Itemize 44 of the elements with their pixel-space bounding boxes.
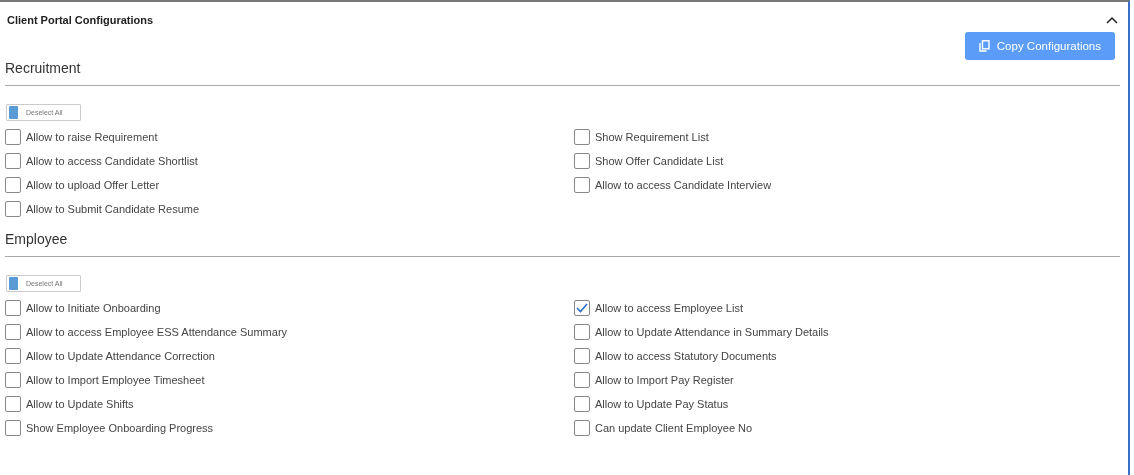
option-label: Allow to upload Offer Letter xyxy=(26,179,160,191)
option-label: Allow to access Statutory Documents xyxy=(595,350,777,362)
checkbox[interactable] xyxy=(5,420,21,436)
option-label: Allow to Import Employee Timesheet xyxy=(26,374,205,386)
option-label: Allow to Initiate Onboarding xyxy=(26,302,161,314)
option-label: Allow to Import Pay Register xyxy=(595,374,734,386)
option-label: Allow to Update Shifts xyxy=(26,398,134,410)
option-label: Show Requirement List xyxy=(595,131,709,143)
checkbox[interactable] xyxy=(5,396,21,412)
checkbox[interactable] xyxy=(5,153,21,169)
checkbox[interactable] xyxy=(574,153,590,169)
option-label: Allow to Update Attendance in Summary Details xyxy=(595,326,829,338)
checkbox[interactable] xyxy=(574,300,590,316)
checkbox[interactable] xyxy=(574,372,590,388)
option-label: Show Employee Onboarding Progress xyxy=(26,422,214,434)
option-label: Allow to access Employee ESS Attendance Summary xyxy=(26,326,288,338)
option-label: Allow to raise Requirement xyxy=(26,131,158,143)
panel-title: Client Portal Configurations xyxy=(7,14,154,26)
checkbox[interactable] xyxy=(574,348,590,364)
checkbox[interactable] xyxy=(5,177,21,193)
option-label: Allow to Update Pay Status xyxy=(595,398,729,410)
option-label: Allow to Submit Candidate Resume xyxy=(26,203,200,215)
checkbox[interactable] xyxy=(574,324,590,340)
option-label: Allow to access Candidate Interview xyxy=(595,179,772,191)
checkbox[interactable] xyxy=(5,348,21,364)
checkbox[interactable] xyxy=(5,129,21,145)
checkbox[interactable] xyxy=(574,177,590,193)
collapse-icon[interactable] xyxy=(1106,16,1118,24)
option-label: Can update Client Employee No xyxy=(595,422,753,434)
section-title: Employee xyxy=(5,231,1120,257)
copy-configurations-button[interactable]: Copy Configurations xyxy=(964,32,1115,60)
option-label: Allow to access Candidate Shortlist xyxy=(26,155,198,167)
checkbox[interactable] xyxy=(574,420,590,436)
option-label: Allow to access Employee List xyxy=(595,302,743,314)
checkbox[interactable] xyxy=(574,396,590,412)
copy-icon xyxy=(978,40,990,52)
option-label: Show Offer Candidate List xyxy=(595,155,724,167)
checkbox[interactable] xyxy=(5,201,21,217)
checkbox[interactable] xyxy=(5,300,21,316)
checkbox[interactable] xyxy=(5,372,21,388)
checkbox[interactable] xyxy=(574,129,590,145)
option-label: Allow to Update Attendance Correction xyxy=(26,350,215,362)
section-title: Recruitment xyxy=(5,60,1120,86)
checkbox[interactable] xyxy=(5,324,21,340)
